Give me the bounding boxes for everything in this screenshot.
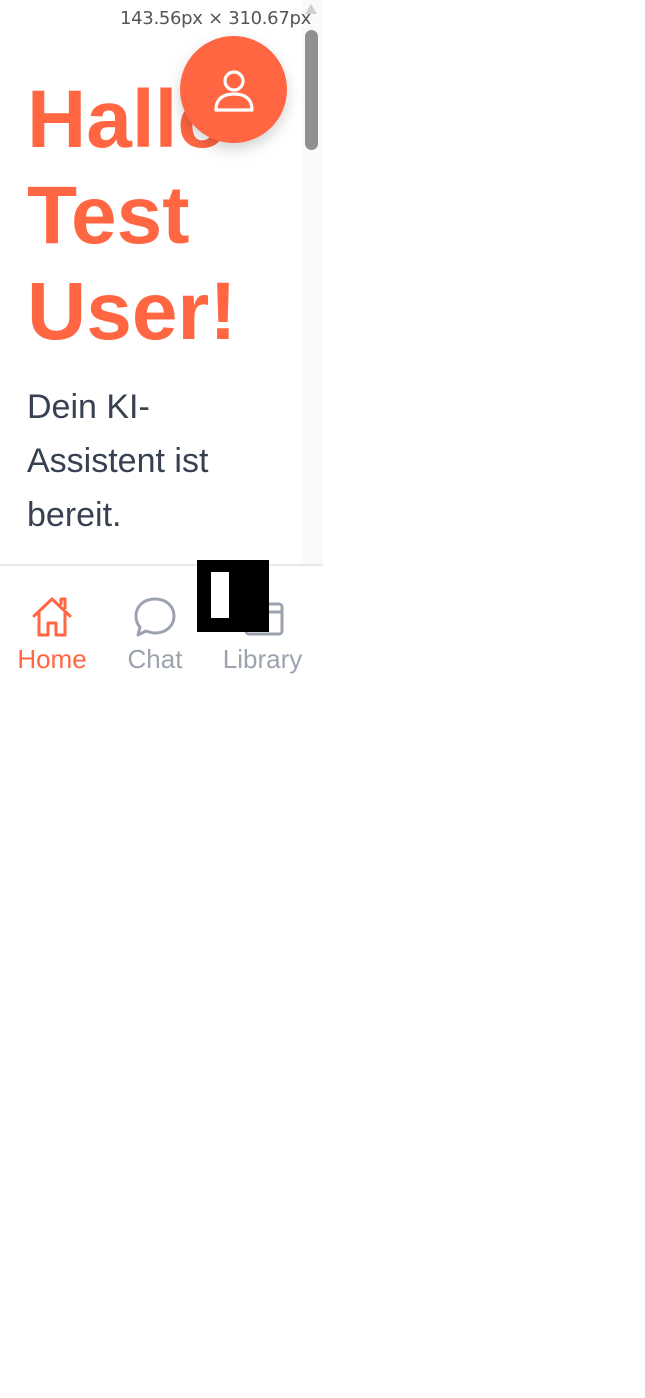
redaction-block [197,560,269,632]
greeting-line-2: Test [27,170,190,261]
nav-item-home[interactable]: Home [12,594,92,675]
assistant-status-text: Dein KI-Assistent ist bereit. [27,388,209,534]
nav-item-home-label: Home [17,644,87,674]
redaction-mark [211,572,229,618]
nav-item-library-label: Library [222,644,303,674]
viewport-size-badge: 143.56px × 310.67px [120,8,311,29]
profile-button[interactable] [180,36,287,143]
scrollbar-thumb[interactable] [305,30,318,150]
user-icon [213,69,254,112]
home-icon [32,597,72,637]
screenshot-canvas: Hallo Test User! Dein KI-Assistent ist b… [0,0,645,1398]
nav-item-chat[interactable]: Chat [120,594,190,675]
nav-item-chat-label: Chat [127,644,183,674]
device-viewport: Hallo Test User! Dein KI-Assistent ist b… [0,0,323,700]
chat-bubble-icon [134,597,176,637]
bottom-navigation: Home Chat Library [0,564,323,700]
greeting-line-3: User! [27,266,237,357]
